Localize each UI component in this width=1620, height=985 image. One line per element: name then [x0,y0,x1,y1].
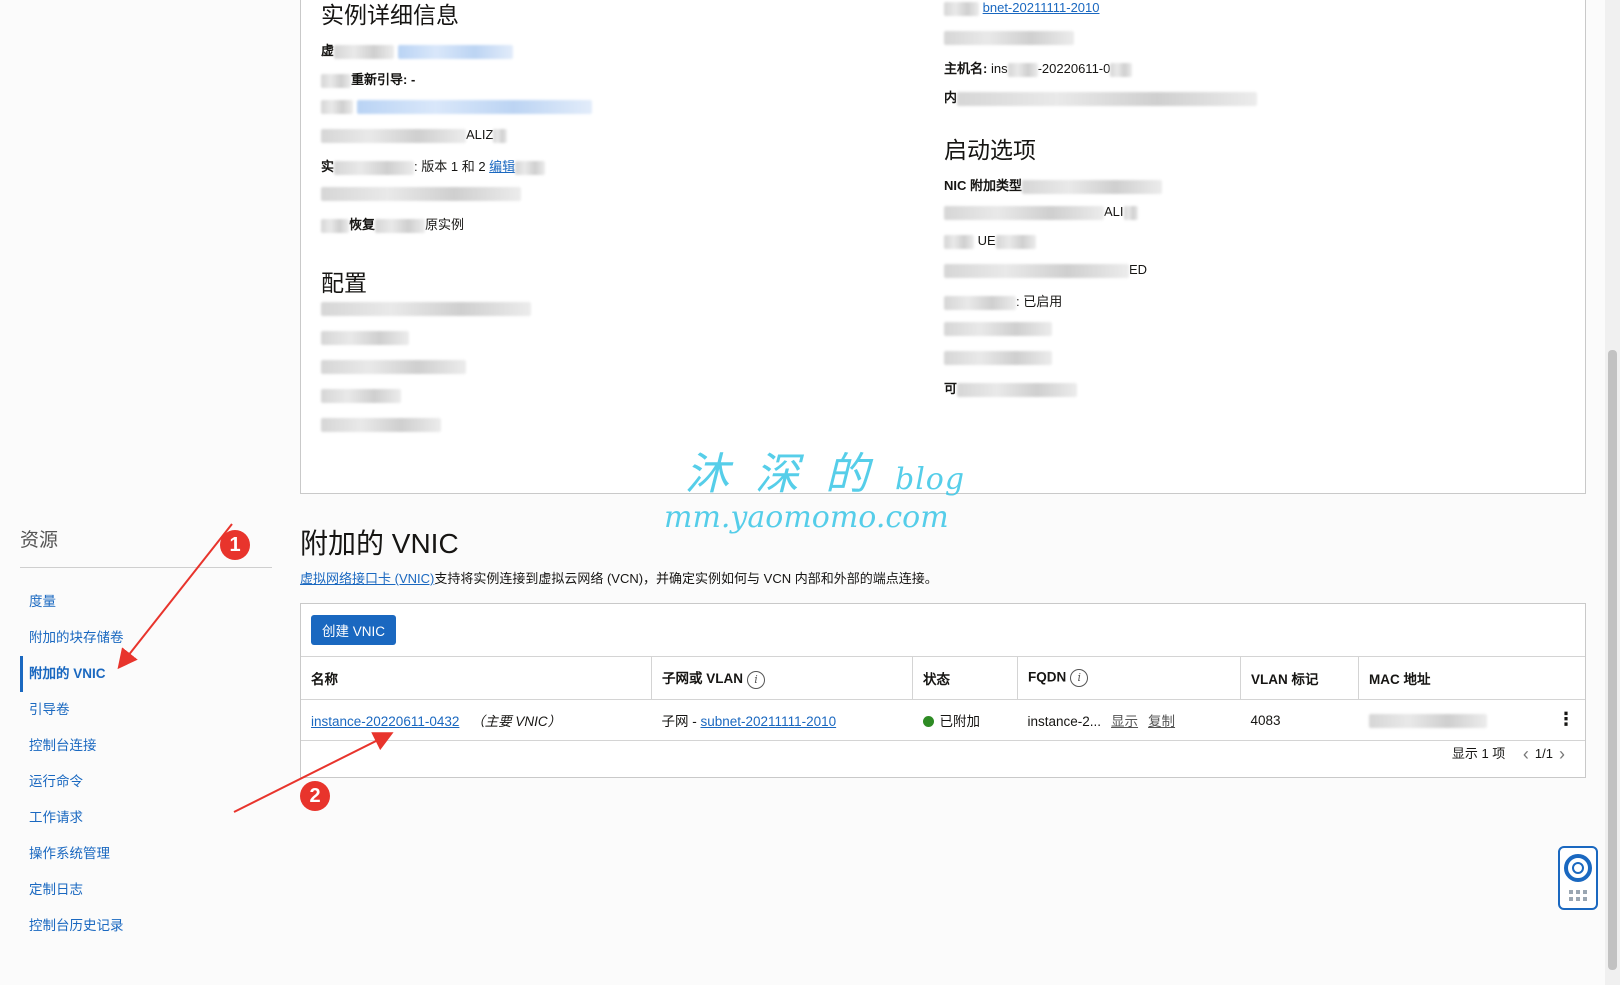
annotation-arrows [117,523,394,813]
annotation-badge-2: 2 [300,781,330,811]
arrow-to-sidebar [117,523,233,670]
annotation-badge-1: 1 [220,530,250,560]
scrollbar-thumb[interactable] [1608,350,1617,970]
help-widget[interactable] [1558,846,1598,910]
page-scrollbar[interactable] [1605,0,1620,985]
lifebuoy-icon [1564,854,1592,901]
